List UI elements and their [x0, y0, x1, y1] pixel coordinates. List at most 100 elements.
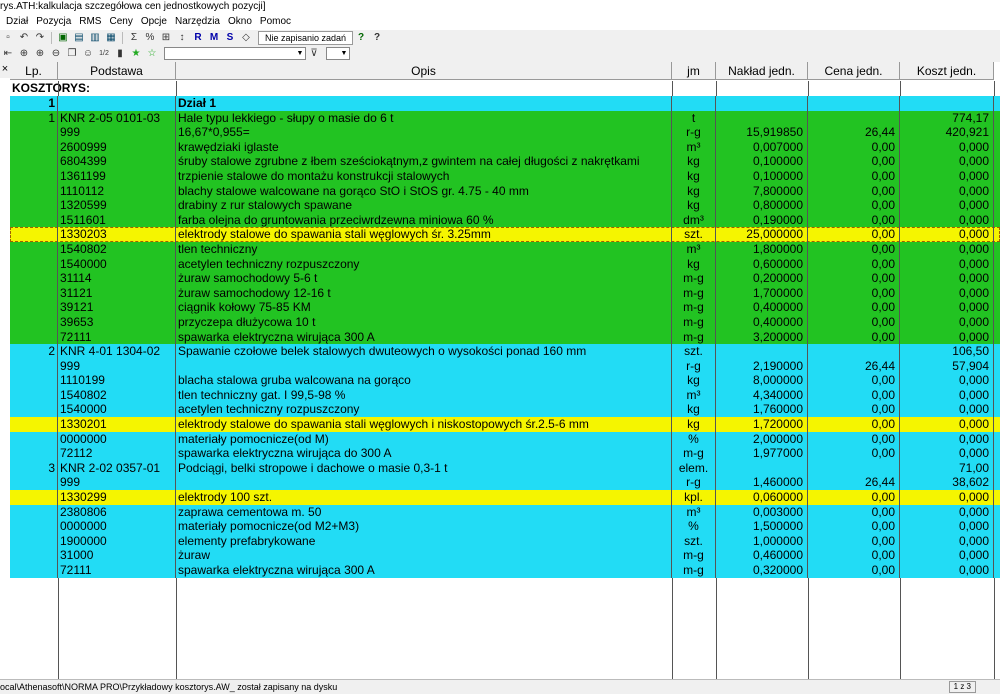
cell-jm[interactable]: r-g [672, 358, 716, 374]
cell-koszt[interactable]: 71,00 [900, 460, 994, 476]
cell-koszt[interactable]: 0,000 [900, 227, 994, 242]
cell-cena[interactable]: 0,00 [808, 329, 900, 345]
cell-lp[interactable] [10, 271, 58, 286]
cell-podstawa[interactable]: KNR 4-01 1304-02 [58, 344, 176, 359]
cell-opis[interactable]: krawędziaki iglaste [176, 139, 672, 155]
cell-koszt[interactable]: 0,000 [900, 314, 994, 330]
cell-cena[interactable]: 0,00 [808, 168, 900, 184]
cell-podstawa[interactable]: 1330299 [58, 490, 176, 505]
cell-cena[interactable]: 0,00 [808, 402, 900, 418]
cell-lp[interactable]: 1 [10, 110, 58, 126]
table-row[interactable]: 2 KNR 4-01 1304-02 Spawanie czołowe belek … [10, 344, 1000, 359]
cell-koszt[interactable]: 0,000 [900, 563, 994, 578]
cell-koszt[interactable]: 0,000 [900, 300, 994, 315]
cell-podstawa[interactable]: 1320599 [58, 198, 176, 213]
table-row[interactable]: 1 KNR 2-05 0101-03 Hale typu lekkiego - sł… [10, 110, 1000, 126]
table-row[interactable]: 1540802 tlen techniczny gat. I 99,5-98 % m… [10, 387, 1000, 403]
table-row[interactable]: 1330203 elektrody stalowe do spawania sta… [10, 227, 1000, 242]
print-icon[interactable]: ▤ [73, 32, 85, 44]
cell-naklad[interactable] [716, 460, 808, 476]
cell-cena[interactable]: 0,00 [808, 431, 900, 447]
cell-podstawa[interactable]: 1540000 [58, 256, 176, 272]
cell-koszt[interactable]: 0,000 [900, 183, 994, 199]
cell-naklad[interactable] [716, 110, 808, 126]
cell-podstawa[interactable]: 39121 [58, 300, 176, 315]
cell-cena[interactable]: 26,44 [808, 475, 900, 491]
table-row[interactable]: 1330299 elektrody 100 szt. kpl. 0,060000 0,0… [10, 490, 1000, 505]
cell-cena[interactable] [808, 344, 900, 359]
cell-podstawa[interactable]: KNR 2-05 0101-03 [58, 110, 176, 126]
cell-opis[interactable]: materiały pomocnicze(od M) [176, 431, 672, 447]
cell-jm[interactable]: kg [672, 168, 716, 184]
cell-cena[interactable]: 0,00 [808, 300, 900, 315]
cell-cena[interactable] [808, 96, 900, 111]
star-icon[interactable]: ★ [130, 48, 142, 60]
cell-podstawa[interactable]: 1540802 [58, 241, 176, 257]
chevron-down-icon[interactable]: ▼ [295, 48, 305, 59]
cell-lp[interactable] [10, 358, 58, 374]
menu-item[interactable]: Pomoc [260, 16, 291, 27]
cell-jm[interactable]: m-g [672, 300, 716, 315]
cell-podstawa[interactable]: 31121 [58, 285, 176, 301]
cell-naklad[interactable]: 0,100000 [716, 154, 808, 169]
menu-item[interactable]: Opcje [141, 16, 167, 27]
cell-podstawa[interactable]: 1361199 [58, 168, 176, 184]
table-row[interactable]: 39121 ciągnik kołowy 75-85 KM m-g 0,400000 0… [10, 300, 1000, 315]
sort-icon[interactable]: ↕ [176, 32, 188, 44]
cell-lp[interactable] [10, 446, 58, 461]
cell-lp[interactable] [10, 125, 58, 140]
cell-jm[interactable]: m³ [672, 139, 716, 155]
cell-koszt[interactable]: 0,000 [900, 490, 994, 505]
cell-naklad[interactable]: 0,007000 [716, 139, 808, 155]
cell-opis[interactable]: żuraw [176, 548, 672, 563]
cell-naklad[interactable]: 15,919850 [716, 125, 808, 140]
close-icon[interactable]: × [0, 62, 10, 78]
cell-naklad[interactable]: 0,190000 [716, 212, 808, 228]
cell-jm[interactable]: szt. [672, 227, 716, 242]
cell-naklad[interactable]: 0,400000 [716, 300, 808, 315]
menu-item[interactable]: Pozycja [36, 16, 71, 27]
cell-jm[interactable]: % [672, 519, 716, 534]
cell-koszt[interactable]: 0,000 [900, 139, 994, 155]
cell-naklad[interactable]: 7,800000 [716, 183, 808, 199]
cell-cena[interactable]: 0,00 [808, 373, 900, 388]
star-outline-icon[interactable]: ☆ [146, 48, 158, 60]
cell-opis[interactable]: elektrody 100 szt. [176, 490, 672, 505]
cell-cena[interactable]: 0,00 [808, 212, 900, 228]
cell-jm[interactable]: kg [672, 198, 716, 213]
cell-lp[interactable] [10, 154, 58, 169]
cell-opis[interactable]: elementy prefabrykowane [176, 533, 672, 549]
cell-jm[interactable] [672, 96, 716, 111]
table-row[interactable]: 1330201 elektrody stalowe do spawania sta… [10, 417, 1000, 432]
cell-podstawa[interactable]: 31114 [58, 271, 176, 286]
cell-koszt[interactable]: 38,602 [900, 475, 994, 491]
table-row[interactable]: 1110112 blachy stalowe walcowane na gorąc… [10, 183, 1000, 199]
cell-jm[interactable]: m-g [672, 446, 716, 461]
cell-podstawa[interactable]: 6804399 [58, 154, 176, 169]
eraser-icon[interactable]: ◇ [240, 32, 252, 44]
column-header-jm[interactable]: jm [672, 62, 716, 80]
menu-item[interactable]: Ceny [109, 16, 132, 27]
cell-podstawa[interactable]: 1330201 [58, 417, 176, 432]
cell-cena[interactable]: 0,00 [808, 519, 900, 534]
cell-opis[interactable]: zaprawa cementowa m. 50 [176, 504, 672, 520]
cell-jm[interactable]: m³ [672, 387, 716, 403]
cell-jm[interactable]: kg [672, 417, 716, 432]
cell-lp[interactable] [10, 168, 58, 184]
cell-lp[interactable] [10, 300, 58, 315]
cell-jm[interactable]: m-g [672, 329, 716, 345]
cell-jm[interactable]: elem. [672, 460, 716, 476]
column-header-podstawa[interactable]: Podstawa [58, 62, 176, 80]
cell-opis[interactable]: acetylen techniczny rozpuszczony [176, 256, 672, 272]
cell-cena[interactable]: 0,00 [808, 314, 900, 330]
cell-podstawa[interactable]: 999 [58, 125, 176, 140]
cell-cena[interactable]: 26,44 [808, 125, 900, 140]
cell-lp[interactable] [10, 139, 58, 155]
cell-lp[interactable] [10, 533, 58, 549]
menu-item[interactable]: Dział [6, 16, 28, 27]
cell-koszt[interactable]: 0,000 [900, 168, 994, 184]
cell-opis[interactable]: elektrody stalowe do spawania stali węgl… [176, 417, 672, 432]
cell-lp[interactable] [10, 373, 58, 388]
print-preview-icon[interactable]: ▥ [89, 32, 101, 44]
table-icon[interactable]: ⊞ [160, 32, 172, 44]
